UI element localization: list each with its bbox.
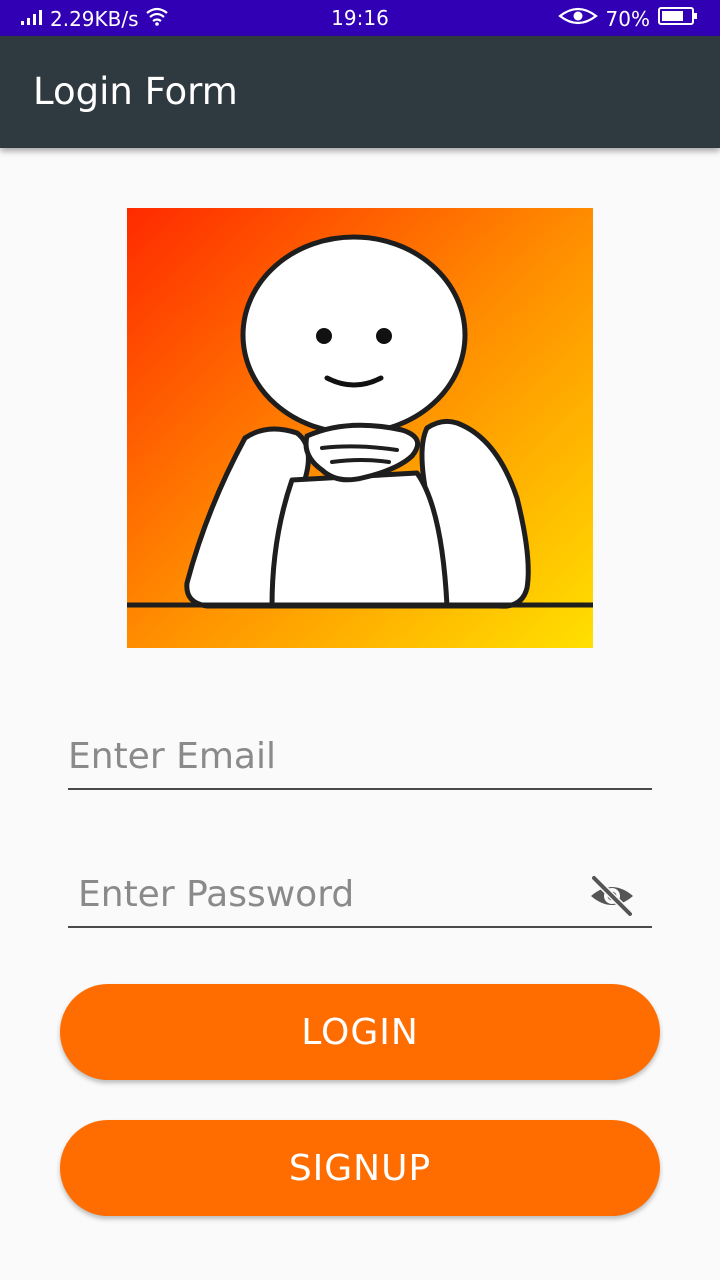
login-button[interactable]: LOGIN xyxy=(60,984,660,1080)
logo-image xyxy=(127,208,593,648)
eye-icon xyxy=(557,6,598,31)
app-bar: Login Form xyxy=(0,36,720,148)
visibility-off-icon[interactable] xyxy=(588,874,636,918)
password-field[interactable] xyxy=(68,866,652,928)
battery-icon xyxy=(658,6,698,31)
battery-percent: 70% xyxy=(605,6,650,31)
email-field[interactable] xyxy=(68,728,652,790)
signup-button[interactable]: SIGNUP xyxy=(60,1120,660,1216)
status-right: 70% xyxy=(557,6,698,31)
status-bar: 2.29KB/s 19:16 70% xyxy=(0,0,720,36)
app-bar-title: Login Form xyxy=(33,70,238,113)
email-input[interactable] xyxy=(68,728,568,784)
password-input[interactable] xyxy=(78,866,578,922)
